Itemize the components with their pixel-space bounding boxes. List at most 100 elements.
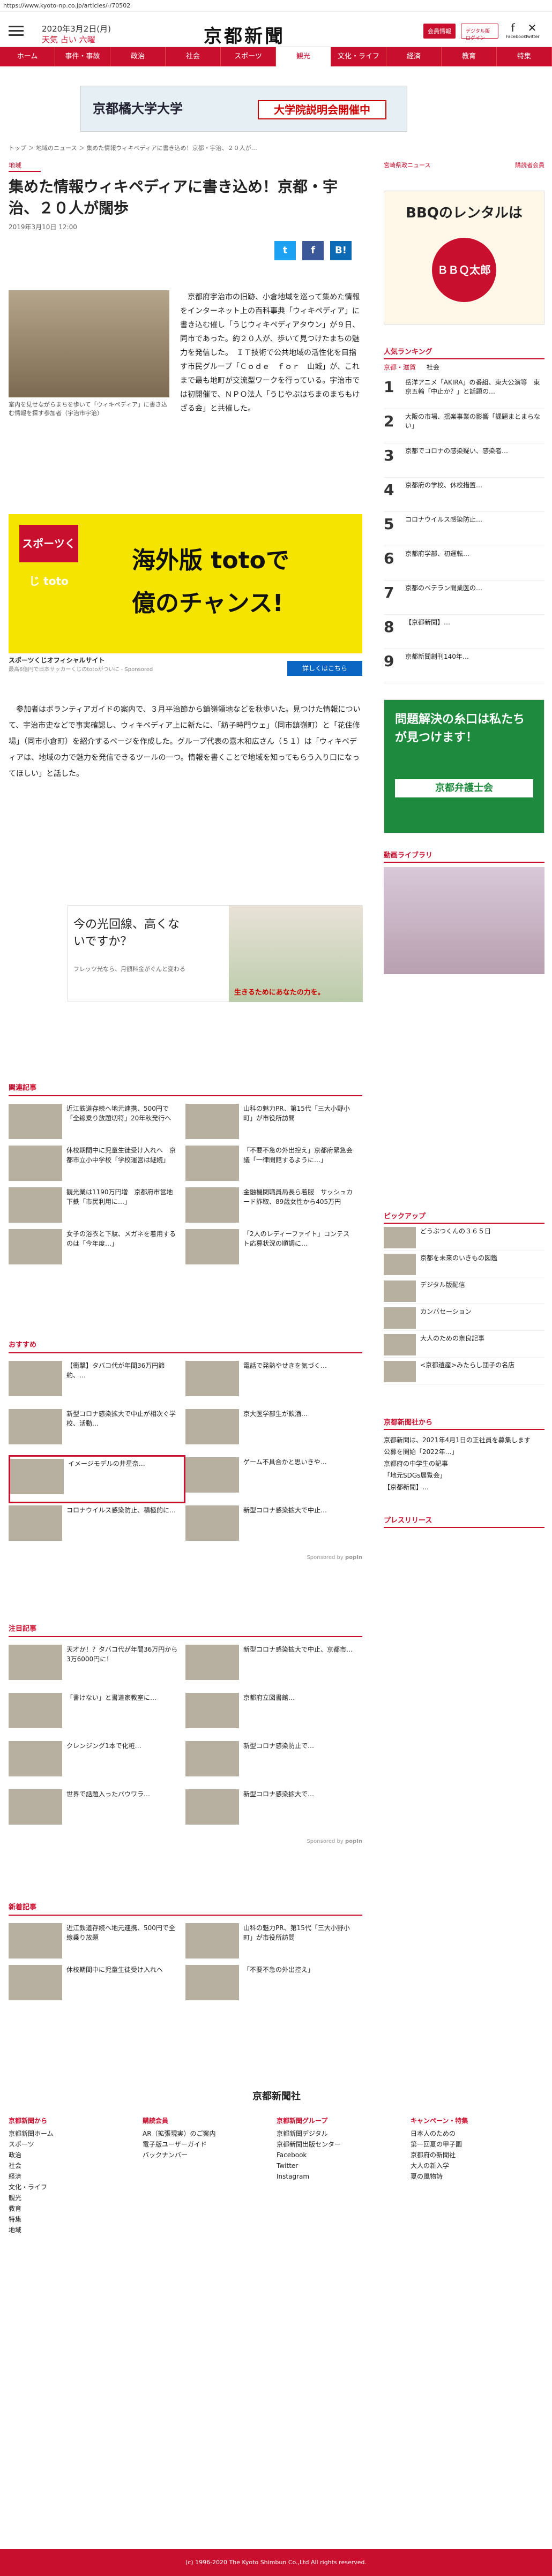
list-item[interactable]: 新型コロナ感染拡大で… [185,1787,362,1835]
tab-kyoto[interactable]: 京都・滋賀 [384,363,416,372]
ranking-item[interactable]: 4 京都府の学校、休校措置… [384,478,544,512]
list-item[interactable]: 京都府立図書館… [185,1691,362,1739]
article-date: 2019年3月10日 12:00 [9,223,77,231]
toto-logo: スポーツくじ toto [19,525,78,587]
video-thumbnail[interactable] [384,867,544,974]
article-paragraph: 京都府宇治市の旧跡、小倉地域を巡って集めた情報をインターネット上の百科事典「ウィ… [180,293,360,413]
new-articles: 新着記事 近江鉄道存続へ地元連携、500円で全線乗り放題 山科の魅力PR、第15… [9,1901,362,2005]
list-item[interactable]: クレンジング1本で化粧… [9,1739,185,1787]
list-item[interactable]: 世界で話題入ったパウワラ… [9,1787,185,1835]
copyright: (c) 1996-2020 The Kyoto Shimbun Co.,Ltd … [0,2549,552,2576]
list-item-highlighted[interactable]: イメージモデルの井星奈… [9,1455,185,1503]
nav-item[interactable]: 事件・事故 [55,47,110,66]
footer-logo[interactable]: 京都新聞社 [9,2089,544,2103]
ranking-item[interactable]: 3 京都でコロナの感染疑い、感染者… [384,443,544,478]
nav-item[interactable]: 文化・ライフ [331,47,386,66]
ranking-item[interactable]: 8 【京都新聞】… [384,615,544,649]
list-item[interactable]: 金融機関職員局長ら着服 サッシュカード詐取、89歳女性から405万円 [185,1185,362,1227]
list-item[interactable]: 女子の浴衣と下駄、メガネを着用するのは「今年度…」 [9,1227,185,1269]
nav-item[interactable]: スポーツ [221,47,276,66]
right-sidebar-lower: ピックアップ どうぶつくんの３６５日 京都を未来のいきもの図鑑 デジタル版配信 … [384,1210,544,1528]
ranking: 人気ランキング 京都・滋賀 社会 1 岳洋アニメ「AKIRA」の番組、東大公演等 … [384,346,544,683]
right-sidebar: 宮崎県政ニュース 購読者会員 BBQのレンタルは ＢＢＱ太郎 人気ランキング 京… [384,161,544,974]
company-news: 京都新聞は、2021年4月1日の正社員を募集します 公募を開始「2022年…」 … [384,1436,531,1491]
tab-society[interactable]: 社会 [427,363,439,372]
footer-col: 京都新聞から 京都新聞ホーム スポーツ 政治 社会 経済 文化・ライフ 観光 教育 特集 地域 [9,2117,54,2234]
site-logo[interactable]: 京都新聞 [204,21,285,48]
top-banner-ad[interactable]: 京都橘大学大学 大学院説明会開催中 [80,86,407,132]
list-item[interactable]: ゲーム不具合かと思いきや… [185,1455,362,1503]
article: 地域 集めた情報ウィキペディアに書き込め！京都・宇治、２０人が闊歩 2019年3… [9,161,363,1002]
video-library: 動画ライブラリ [384,849,544,974]
list-item[interactable]: 近江鉄道存続へ地元連携、500円で「全線乗り放題切符」20年秋発行へ [9,1102,185,1143]
nav-item[interactable]: 特集 [497,47,552,66]
list-item[interactable]: 休校期間中に児童生徒受け入れへ [9,1963,185,2005]
footer-col: 購読会員 AR（拡張現実）のご案内 電子版ユーザーガイド バックナンバー [143,2117,216,2159]
list-item[interactable]: 新型コロナ感染拡大で中止が相次ぐ学校、活動… [9,1407,185,1455]
details-button[interactable]: 詳しくはこちら [287,661,362,676]
pickup-item[interactable]: どうぶつくんの３６５日 [384,1224,544,1251]
toto-ad[interactable]: スポーツくじ toto 海外版 totoで 億のチャンス! [9,514,362,653]
url-bar[interactable]: https://www.kyoto-np.co.jp/articles/-/70… [0,0,552,12]
twitter-share-icon[interactable]: t [274,241,296,260]
facebook-share-icon[interactable]: f [302,241,324,260]
footer-col: キャンペーン・特集 日本人のための 第一回夏の甲子園 京都府の新聞社 大人の新入学 夏の… [411,2117,468,2180]
kitten-image: 生きるためにあなたの力を。 [229,906,363,1002]
pickup-item[interactable]: 大人のための奈良記事 [384,1331,544,1358]
list-item[interactable]: 新型コロナ感染防止で… [185,1739,362,1787]
list-item[interactable]: 電話で発熱やせきを気づく… [185,1359,362,1407]
menu-icon[interactable] [9,26,24,36]
pickup-item[interactable]: 京都を未来のいきもの図鑑 [384,1251,544,1277]
sponsored-caption: スポーツくじオフィシャルサイト 最高6億円で日本サッカーくじのtotoがついに … [9,656,362,682]
ranking-item[interactable]: 9 京都新聞創刊140年… [384,649,544,683]
nav-item[interactable]: 政治 [110,47,166,66]
nav-item[interactable]: 経済 [386,47,442,66]
nav-item-active[interactable]: 観光 [276,47,331,66]
recommended-articles: おすすめ 【衝撃】タバコ代が年間36万円節約、… 電話で発熱やせきを気づく… 新… [9,1339,362,1561]
facebook-icon[interactable]: f Facebook [506,21,526,40]
list-item[interactable]: 京大医学部生が飲酒… [185,1407,362,1455]
featured-articles: 注目記事 天才か！？タバコ代が年間36万円から3万6000円に！ 新型コロナ感染… [9,1623,362,1844]
list-item[interactable]: 近江鉄道存続へ地元連携、500円で全線乗り放題 [9,1921,185,1963]
pickup-item[interactable]: カンバセーション [384,1304,544,1331]
nav-item[interactable]: 社会 [166,47,221,66]
list-item[interactable]: 観光業は1190万円増 京都府市営地下鉄「市民利用に…」 [9,1185,185,1227]
photo-caption: 室内を見せながらまちを歩いて「ウィキペディア」に書き込む情報を探す参加者（宇治市… [9,401,167,417]
footer-col: 京都新聞グループ 京都新聞デジタル 京都新聞出版センター Facebook Twitt… [277,2117,341,2180]
list-item[interactable]: 「2人のレディーファイト」コンテスト応募状況の順調に… [185,1227,362,1269]
list-item[interactable]: 「不要不急の外出控え」京都府緊急会議「一律開館するように…」 [185,1143,362,1185]
article-title: 集めた情報ウィキペディアに書き込め！京都・宇治、２０人が闊歩 [9,178,338,217]
main-nav: ホーム 事件・事故 政治 社会 スポーツ 観光 文化・ライフ 経済 教育 特集 [0,47,552,66]
list-item[interactable]: コロナウイルス感染防止、積極的に… [9,1503,185,1551]
twitter-icon[interactable]: ✕ Twitter [525,21,540,40]
breadcrumb[interactable]: トップ ＞ 地域のニュース ＞ 集めた情報ウィキペディアに書き込め！京都・宇治、… [9,144,257,152]
list-item[interactable]: 山科の魅力PR、第15代「三大小野小町」が市役所訪問 [185,1102,362,1143]
member-info-button[interactable]: 会員情報 [423,24,456,39]
list-item[interactable]: 新型コロナ感染拡大で中止、京都市… [185,1643,362,1691]
list-item[interactable]: 「不要不急の外出控え」 [185,1963,362,2005]
ranking-item[interactable]: 2 大阪の市場、揺楽事業の影響「課題まとまらない」 [384,409,544,443]
list-item[interactable]: 天才か！？タバコ代が年間36万円から3万6000円に！ [9,1643,185,1691]
pickup-item[interactable]: <京都遺産>みたらし団子の名店 [384,1358,544,1384]
nav-item[interactable]: 教育 [442,47,497,66]
list-item[interactable]: 【衝撃】タバコ代が年間36万円節約、… [9,1359,185,1407]
hatena-share-icon[interactable]: B! [330,241,352,260]
digital-login-button[interactable]: デジタル版ログイン [461,24,498,41]
ranking-item[interactable]: 6 京都府学部、初運転… [384,546,544,581]
bbq-ad[interactable]: BBQのレンタルは ＢＢＱ太郎 [384,191,544,325]
ranking-item[interactable]: 7 京都のベテラン開業医の… [384,581,544,615]
pickup-item[interactable]: デジタル版配信 [384,1277,544,1304]
list-item[interactable]: 「書けない」と書道家教室に… [9,1691,185,1739]
bengoshi-ad[interactable]: 問題解決の糸口は私たちが見つけます！ 京都弁護士会 [384,699,544,833]
list-item[interactable]: 新型コロナ感染拡大で中止… [185,1503,362,1551]
list-item[interactable]: 休校期間中に児童生徒受け入れへ 京都市立小中学校「学校運営は継続」 [9,1143,185,1185]
nav-item[interactable]: ホーム [0,47,55,66]
sponsor-label: Sponsored by popIn [307,1555,362,1561]
article-category[interactable]: 地域 [9,161,41,172]
list-item[interactable]: 山科の魅力PR、第15代「三大小野小町」が市役所訪問 [185,1921,362,1963]
ranking-item[interactable]: 5 コロナウイルス感染防止… [384,512,544,546]
fletts-ad[interactable]: 今の光回線、高くないですか？ フレッツ光なら、月額料金がぐんと変わる 生きるため… [68,905,363,1002]
header-date: 2020年3月2日(月) 天気 占い 六曜 [42,24,111,44]
site-header: 2020年3月2日(月) 天気 占い 六曜 京都新聞 会員情報 デジタル版ログイ… [0,12,552,47]
ranking-item[interactable]: 1 岳洋アニメ「AKIRA」の番組、東大公演等 東京五輪「中止か？」と話題の… [384,375,544,409]
